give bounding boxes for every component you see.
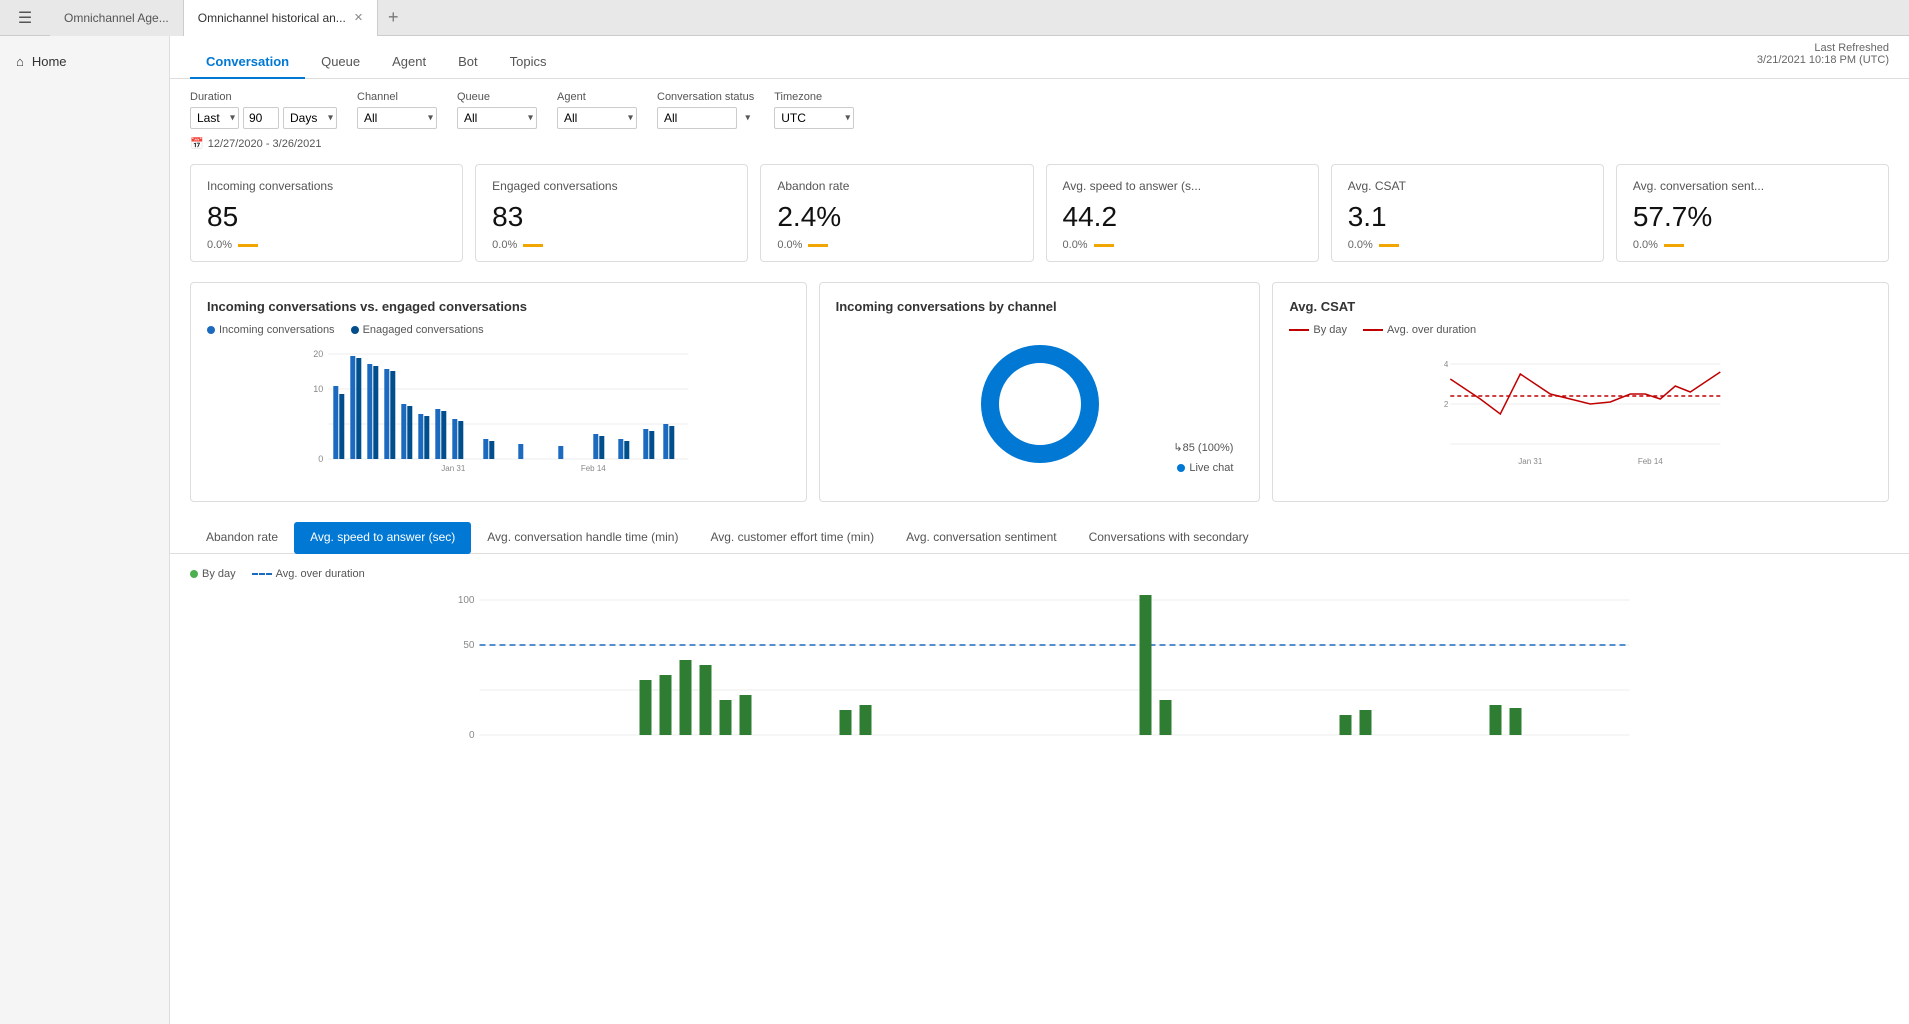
kpi-csat: Avg. CSAT 3.1 0.0% (1331, 164, 1604, 262)
tab-omnichannel-historical[interactable]: Omnichannel historical an... ✕ (184, 0, 378, 36)
last-refreshed: Last Refreshed 3/21/2021 10:18 PM (UTC) (1757, 42, 1889, 66)
svg-text:0: 0 (469, 730, 475, 741)
line-chart: 4 2 Jan 31 Feb 14 (1289, 344, 1872, 474)
svg-text:Feb 14: Feb 14 (581, 464, 606, 473)
line-chart-card: Avg. CSAT By day Avg. over duration (1272, 282, 1889, 502)
timezone-select[interactable]: UTC (774, 107, 854, 129)
agent-filter: Agent All (557, 91, 637, 129)
bar-chart-svg: 20 10 0 (207, 344, 790, 474)
bottom-tab-speed[interactable]: Avg. speed to answer (sec) (294, 522, 471, 554)
svg-text:Feb 14: Feb 14 (1638, 457, 1663, 466)
bottom-tab-effort[interactable]: Avg. customer effort time (min) (694, 522, 890, 554)
kpi-engaged: Engaged conversations 83 0.0% (475, 164, 748, 262)
svg-text:2: 2 (1444, 400, 1449, 409)
tab-agent[interactable]: Agent (376, 46, 442, 79)
bottom-tab-secondary[interactable]: Conversations with secondary (1073, 522, 1265, 554)
queue-filter: Queue All (457, 91, 537, 129)
donut-chart: Live chat ↳ 85 (100%) (836, 324, 1244, 484)
tab-conversation[interactable]: Conversation (190, 46, 305, 79)
bottom-tab-abandon[interactable]: Abandon rate (190, 522, 294, 554)
channel-select[interactable]: All (357, 107, 437, 129)
line-legend-byday: By day (1289, 324, 1347, 336)
close-icon[interactable]: ✕ (354, 11, 363, 24)
tab-topics[interactable]: Topics (494, 46, 563, 79)
bottom-chart-svg: 100 50 0 (190, 590, 1889, 770)
timezone-filter: Timezone UTC (774, 91, 854, 129)
bottom-legend-avg: Avg. over duration (252, 568, 365, 580)
sidebar-item-home[interactable]: ⌂ Home (0, 46, 169, 77)
hamburger-icon[interactable]: ☰ (0, 0, 50, 36)
kpi-sentiment: Avg. conversation sent... 57.7% 0.0% (1616, 164, 1889, 262)
bar-chart-card: Incoming conversations vs. engaged conve… (190, 282, 807, 502)
tab-bot[interactable]: Bot (442, 46, 494, 79)
kpi-abandon: Abandon rate 2.4% 0.0% (760, 164, 1033, 262)
bottom-tab-sentiment[interactable]: Avg. conversation sentiment (890, 522, 1073, 554)
svg-text:4: 4 (1444, 360, 1449, 369)
svg-text:Jan 31: Jan 31 (441, 464, 466, 473)
duration-unit-select[interactable]: Days (283, 107, 337, 129)
bottom-legend: By day Avg. over duration (190, 568, 1889, 580)
queue-select[interactable]: All (457, 107, 537, 129)
date-range: 📅 12/27/2020 - 3/26/2021 (170, 133, 1909, 154)
tab-add-button[interactable]: + (378, 0, 409, 36)
home-icon: ⌂ (16, 54, 24, 69)
kpi-incoming: Incoming conversations 85 0.0% (190, 164, 463, 262)
svg-text:20: 20 (313, 349, 323, 359)
bottom-tab-handle[interactable]: Avg. conversation handle time (min) (471, 522, 694, 554)
line-chart-svg: 4 2 Jan 31 Feb 14 (1289, 344, 1872, 474)
calendar-icon: 📅 (190, 137, 204, 150)
duration-option-select[interactable]: Last (190, 107, 239, 129)
donut-chart-card: Incoming conversations by channel Live c… (819, 282, 1261, 502)
channel-filter: Channel All (357, 91, 437, 129)
duration-filter: Duration Last Days (190, 91, 337, 129)
bar-legend-engaged: Enagaged conversations (351, 324, 484, 336)
bottom-bar-chart: 100 50 0 (190, 590, 1889, 770)
duration-days-input[interactable] (243, 107, 279, 129)
donut-svg (975, 339, 1105, 469)
tab-queue[interactable]: Queue (305, 46, 376, 79)
svg-text:100: 100 (458, 595, 475, 606)
bar-chart: 20 10 0 (207, 344, 790, 474)
conv-status-select[interactable]: All (657, 107, 737, 129)
donut-label: Live chat (1177, 462, 1233, 474)
bottom-tabs: Abandon rate Avg. speed to answer (sec) … (170, 512, 1909, 554)
bar-legend-incoming: Incoming conversations (207, 324, 335, 336)
agent-select[interactable]: All (557, 107, 637, 129)
bottom-legend-byday: By day (190, 568, 236, 580)
conv-status-filter: Conversation status All (657, 91, 754, 129)
line-legend-avg: Avg. over duration (1363, 324, 1476, 336)
svg-text:0: 0 (318, 454, 323, 464)
svg-text:50: 50 (463, 640, 475, 651)
donut-value-label: ↳ 85 (100%) (1173, 441, 1233, 454)
svg-text:10: 10 (313, 384, 323, 394)
bottom-chart-area: By day Avg. over duration 100 50 (170, 554, 1909, 784)
svg-text:Jan 31: Jan 31 (1519, 457, 1544, 466)
kpi-speed: Avg. speed to answer (s... 44.2 0.0% (1046, 164, 1319, 262)
tab-omnichannel-agent[interactable]: Omnichannel Age... (50, 0, 184, 36)
